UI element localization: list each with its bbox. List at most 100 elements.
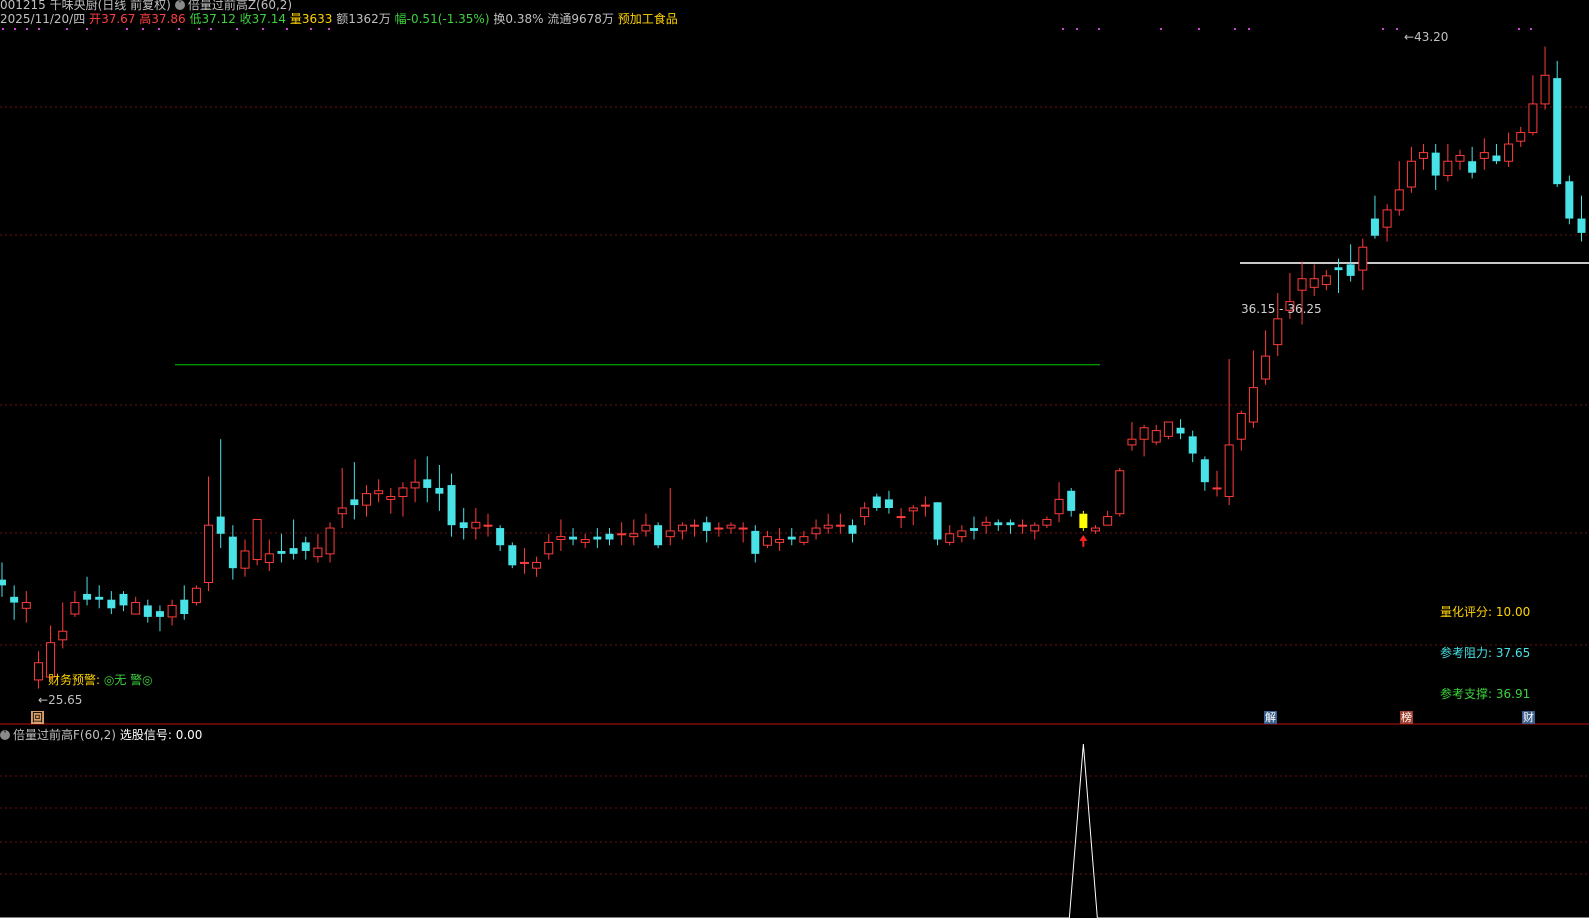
signal-value: 0.00	[175, 728, 203, 742]
float-label: 流通	[547, 12, 572, 26]
candle-body	[119, 593, 128, 606]
top-dot	[178, 28, 180, 30]
signal-label: 选股信号:	[119, 728, 172, 742]
candle-body	[1504, 143, 1514, 162]
indicator-menu-icon[interactable]: ˅	[174, 0, 185, 10]
candle-body	[1382, 209, 1392, 228]
top-dot	[1076, 28, 1078, 30]
candle-body	[398, 487, 408, 498]
float-value: 9678万	[571, 12, 614, 26]
open-value: 37.67	[101, 12, 136, 26]
candle-body	[981, 521, 991, 526]
sub-panel-header: ˅ 倍量过前高F(60,2) 选股信号: 0.00	[0, 726, 202, 743]
high-price-value: 43.20	[1414, 30, 1449, 44]
high-price-mark: ←43.20	[1404, 30, 1449, 44]
close-label: 收	[239, 12, 252, 26]
candle-body	[1079, 513, 1088, 529]
top-dot	[210, 28, 212, 30]
low-price-value: 25.65	[48, 693, 83, 707]
header-line-2: 2025/11/20/四 开37.67 高37.86 低37.12 收37.14…	[0, 12, 678, 26]
candle-body	[1042, 518, 1052, 526]
candle-body	[593, 536, 602, 540]
candle-body	[1091, 527, 1100, 532]
support-value: 36.91	[1495, 687, 1531, 701]
candle-body	[325, 527, 335, 555]
volume-value: 3633	[301, 12, 333, 26]
resistance-row: 参考阻力: 37.65	[1440, 644, 1530, 661]
candle-body	[920, 504, 930, 507]
top-dot	[1382, 28, 1384, 30]
candle-body	[945, 533, 955, 543]
candle-body	[1431, 152, 1440, 176]
candle-body	[496, 528, 505, 546]
candle-body	[423, 479, 432, 488]
candle-body	[180, 599, 189, 615]
sub-panel-line	[0, 743, 1589, 918]
candle-body	[228, 536, 237, 569]
signal-spike-line	[0, 743, 1589, 918]
financial-warning-label: 财务预警:	[48, 673, 101, 687]
candle-body	[33, 662, 43, 681]
bar-date: 2025/11/20/四	[0, 12, 86, 26]
candle-body	[10, 596, 19, 603]
candle-body	[58, 630, 68, 641]
candle-body	[508, 545, 517, 566]
marker-cai[interactable]: 财	[1522, 711, 1535, 724]
financial-warning-value: ◎无 警◎	[103, 673, 153, 687]
low-label: 低	[189, 12, 202, 26]
candle-body	[787, 536, 796, 540]
candle-body	[1309, 278, 1319, 288]
main-indicator-name[interactable]: 倍量过前高Z(60,2)	[188, 0, 292, 12]
top-dot	[262, 28, 264, 30]
candle-body	[957, 530, 967, 538]
candle-body	[1115, 470, 1125, 515]
candle-body	[532, 561, 542, 569]
candle-body	[884, 499, 893, 508]
stock-code-name[interactable]: 001215 千味央厨(日线 前复权)	[0, 0, 171, 12]
candle-body	[738, 527, 748, 530]
candlestick-chart[interactable]	[0, 0, 1589, 918]
candle-body	[1067, 490, 1076, 511]
candle-body	[1516, 132, 1526, 142]
candle-body	[131, 602, 141, 615]
top-dot	[1198, 28, 1200, 30]
signal-arrow-icon	[1079, 534, 1088, 547]
candle-body	[1261, 355, 1271, 380]
resistance-value: 37.65	[1495, 646, 1531, 660]
candle-body	[447, 485, 456, 526]
candle-body	[823, 524, 833, 529]
candle-body	[848, 525, 857, 534]
top-dot	[1062, 28, 1064, 30]
candle-body	[240, 550, 250, 569]
candle-body	[70, 602, 80, 615]
candle-body	[204, 524, 214, 584]
candle-body	[155, 611, 164, 617]
candle-body	[714, 527, 724, 530]
candle-body	[252, 518, 262, 561]
score-row: 量化评分: 10.00	[1440, 603, 1530, 620]
sector-tag[interactable]: 预加工食品	[618, 12, 678, 26]
candle-body	[835, 524, 845, 527]
marker-jie[interactable]: 解	[1264, 711, 1277, 724]
top-dot	[286, 28, 288, 30]
candle-body	[1394, 189, 1404, 211]
sub-indicator-menu-icon[interactable]: ˅	[0, 729, 10, 740]
close-value: 37.14	[251, 12, 287, 26]
open-label: 开	[89, 12, 102, 26]
high-value: 37.86	[151, 12, 186, 26]
change-label: 幅	[394, 12, 407, 26]
candle-body	[1103, 516, 1113, 526]
candle-body	[1528, 103, 1538, 134]
low-price-mark: ←25.65	[38, 693, 83, 707]
marker-hui[interactable]: 回	[31, 711, 44, 724]
candle-body	[690, 524, 700, 527]
sub-indicator-name[interactable]: 倍量过前高F(60,2)	[13, 728, 116, 742]
header-line-1: 001215 千味央厨(日线 前复权) ˅ 倍量过前高Z(60,2)	[0, 0, 292, 12]
candle-body	[1455, 154, 1465, 162]
candle-body	[1334, 267, 1343, 271]
candle-body	[519, 561, 529, 564]
marker-bang[interactable]: 榜	[1400, 711, 1413, 724]
candle-body	[1406, 160, 1416, 188]
candle-body	[350, 499, 359, 506]
candle-body	[860, 507, 870, 518]
